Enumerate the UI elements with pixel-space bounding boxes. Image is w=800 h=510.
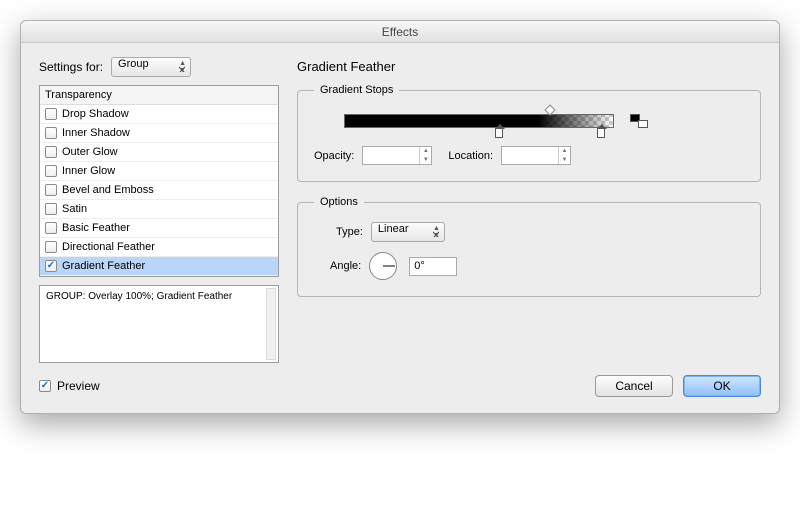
effect-checkbox[interactable] (45, 127, 57, 139)
reverse-gradient-icon[interactable] (630, 114, 648, 128)
window-title: Effects (21, 21, 779, 43)
effect-label: Satin (62, 203, 87, 215)
ok-button[interactable]: OK (683, 375, 761, 397)
opacity-input[interactable]: ▲▼ (362, 146, 432, 165)
location-field[interactable] (502, 147, 558, 164)
effect-item[interactable]: Bevel and Emboss (40, 181, 278, 200)
effect-item[interactable]: Inner Glow (40, 162, 278, 181)
type-value: Linear (378, 223, 409, 235)
effect-label: Bevel and Emboss (62, 184, 154, 196)
gradient-stops-group: Gradient Stops Opacity: ▲▼ Locatio (297, 84, 761, 182)
options-group: Options Type: Linear ▲▼ Angle: (297, 196, 761, 297)
effect-item[interactable]: Directional Feather (40, 238, 278, 257)
effect-label: Inner Shadow (62, 127, 130, 139)
type-select[interactable]: Linear ▲▼ (371, 222, 445, 242)
effect-label: Outer Glow (62, 146, 118, 158)
effect-label: Gradient Feather (62, 260, 145, 272)
panel-title: Gradient Feather (297, 59, 761, 74)
effect-item[interactable]: Gradient Feather (40, 257, 278, 276)
effect-item[interactable]: Inner Shadow (40, 124, 278, 143)
preview-label: Preview (57, 379, 100, 393)
cancel-button[interactable]: Cancel (595, 375, 673, 397)
gradient-midpoint[interactable] (544, 104, 555, 115)
effect-item[interactable]: Outer Glow (40, 143, 278, 162)
opacity-label: Opacity: (314, 150, 354, 162)
effect-item[interactable]: Basic Feather (40, 219, 278, 238)
location-input[interactable]: ▲▼ (501, 146, 571, 165)
effect-item[interactable]: Drop Shadow (40, 105, 278, 124)
preview-checkbox[interactable] (39, 380, 51, 392)
effect-checkbox[interactable] (45, 260, 57, 272)
angle-input[interactable] (409, 257, 457, 276)
effects-list-header: Transparency (40, 86, 278, 105)
effect-label: Basic Feather (62, 222, 130, 234)
gradient-ramp[interactable] (344, 114, 614, 128)
settings-for-label: Settings for: (39, 60, 103, 74)
effects-summary: GROUP: Overlay 100%; Gradient Feather (39, 285, 279, 363)
effect-label: Directional Feather (62, 241, 155, 253)
type-label: Type: (336, 226, 363, 238)
effect-checkbox[interactable] (45, 241, 57, 253)
settings-for-select[interactable]: Group ▲▼ (111, 57, 191, 77)
angle-dial[interactable] (369, 252, 397, 280)
gradient-stop-1[interactable] (495, 128, 503, 138)
angle-label: Angle: (330, 260, 361, 272)
angle-field[interactable] (410, 258, 456, 275)
effect-checkbox[interactable] (45, 222, 57, 234)
effect-checkbox[interactable] (45, 184, 57, 196)
location-label: Location: (448, 150, 493, 162)
settings-for-value: Group (118, 58, 149, 70)
effect-checkbox[interactable] (45, 108, 57, 120)
effects-dialog: Effects Settings for: Group ▲▼ Transpare… (20, 20, 780, 414)
effect-checkbox[interactable] (45, 165, 57, 177)
effects-list[interactable]: Transparency Drop Shadow Inner Shadow Oute… (39, 85, 279, 277)
gradient-stop-2[interactable] (597, 128, 605, 138)
effect-checkbox[interactable] (45, 146, 57, 158)
effect-label: Drop Shadow (62, 108, 129, 120)
opacity-field[interactable] (363, 147, 419, 164)
options-legend: Options (314, 196, 364, 208)
effect-checkbox[interactable] (45, 203, 57, 215)
effect-item[interactable]: Satin (40, 200, 278, 219)
gradient-stops-legend: Gradient Stops (314, 84, 399, 96)
effect-label: Inner Glow (62, 165, 115, 177)
